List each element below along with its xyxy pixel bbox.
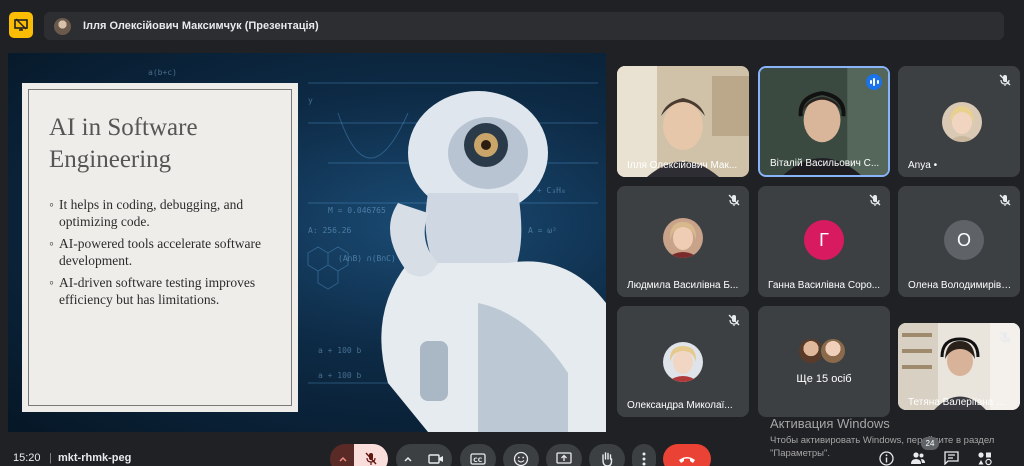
presenter-label: Ілля Олексійович Максимчук (Презентація) — [83, 20, 319, 32]
participant-name: Тетяна Валеріївна Шу... — [908, 397, 1014, 408]
participant-name: Ілля Олексійович Мак... — [627, 160, 738, 171]
mic-off-icon — [728, 194, 740, 206]
slide-card: AI in Software Engineering ◦ It helps in … — [22, 83, 298, 412]
activities-icon — [977, 451, 992, 465]
captions-icon: CC — [470, 453, 486, 465]
svg-text:M = 0.046765: M = 0.046765 — [328, 206, 386, 215]
svg-text:A = ω²: A = ω² — [528, 226, 557, 235]
participant-name: Людмила Василівна Б... — [627, 280, 739, 291]
camera-icon — [427, 454, 443, 464]
participant-tile[interactable]: О Олена Володимирівн... — [898, 186, 1020, 297]
mic-off-icon — [999, 331, 1011, 343]
slide-bullet: ◦ AI-powered tools accelerate software de… — [49, 236, 262, 268]
speaking-indicator-icon — [866, 74, 882, 90]
present-icon[interactable] — [9, 12, 33, 38]
participant-name: Віталій Васильович С... — [770, 158, 880, 169]
participant-name: Anya • — [908, 160, 938, 171]
mic-off-icon — [999, 194, 1011, 206]
svg-text:a + 100 b: a + 100 b — [318, 346, 362, 355]
activities-button[interactable] — [976, 450, 992, 466]
share-screen-button[interactable] — [546, 444, 582, 466]
slide-bullet: ◦ AI-driven software testing improves eff… — [49, 275, 256, 307]
participant-tile[interactable]: Віталій Васильович С... — [758, 66, 890, 177]
presenter-avatar — [54, 17, 71, 35]
participant-tile[interactable]: Людмила Василівна Б... — [617, 186, 749, 297]
hang-up-icon — [679, 457, 695, 463]
participant-name: Ганна Василівна Соро... — [768, 280, 881, 291]
people-icon — [911, 452, 925, 464]
participant-tile[interactable]: Олександра Миколаї... — [617, 306, 749, 417]
captions-button[interactable]: CC — [460, 444, 496, 466]
mic-off-icon — [869, 194, 881, 206]
audio-options-button[interactable] — [330, 444, 356, 466]
emoji-icon — [513, 451, 529, 466]
camera-toggle-button[interactable] — [419, 444, 452, 466]
slide-title: AI in Software Engineering — [49, 114, 198, 173]
emoji-reaction-button[interactable] — [503, 444, 539, 466]
chevron-up-icon — [339, 456, 347, 462]
participant-tile[interactable]: Ілля Олексійович Мак... — [617, 66, 749, 177]
meeting-details-button[interactable] — [878, 450, 894, 466]
participant-name: Олександра Миколаї... — [627, 400, 733, 411]
chat-button[interactable] — [943, 450, 959, 466]
more-options-icon — [642, 452, 646, 466]
share-screen-icon — [556, 452, 572, 464]
participant-tile[interactable]: Тетяна Валеріївна Шу... — [898, 323, 1020, 410]
mic-off-icon — [728, 314, 740, 326]
leave-call-button[interactable] — [663, 444, 711, 466]
clock-divider: | — [49, 452, 52, 464]
svg-text:A: 256.26: A: 256.26 — [308, 226, 352, 235]
svg-text:(A∩B) ∩(B∩C): (A∩B) ∩(B∩C) — [338, 254, 396, 263]
slide-bullet-list: ◦ It helps in coding, debugging, and opti… — [49, 196, 279, 308]
meeting-clock: 15:20 — [13, 452, 41, 464]
chat-icon — [943, 451, 959, 465]
participant-letter-avatar: О — [944, 220, 984, 260]
meeting-code: mkt-rhmk-peg — [58, 452, 132, 464]
raise-hand-icon — [602, 452, 613, 466]
video-options-button[interactable] — [396, 444, 420, 466]
participant-name: Олена Володимирівн... — [908, 280, 1014, 291]
mic-off-icon — [999, 74, 1011, 86]
participant-letter-avatar: Г — [804, 220, 844, 260]
participant-tile[interactable]: Anya • — [898, 66, 1020, 177]
chevron-up-icon — [404, 456, 412, 462]
svg-text:a + 100 b: a + 100 b — [318, 371, 362, 380]
raise-hand-button[interactable] — [589, 444, 625, 466]
windows-activation-title: Активация Windows — [770, 416, 890, 431]
participant-avatar — [663, 218, 703, 258]
shared-presentation[interactable]: a(b+c) y M = 0.046765 A: 256.26 (A∩B) ∩(… — [8, 53, 606, 432]
info-icon — [878, 450, 894, 466]
mic-off-icon — [365, 452, 377, 465]
svg-text:a(b+c): a(b+c) — [148, 68, 177, 77]
more-participants-avatars — [798, 338, 846, 364]
more-participants-tile[interactable]: Ще 15 осіб — [758, 306, 890, 417]
participant-avatar — [663, 342, 703, 382]
slide-bullet: ◦ It helps in coding, debugging, and opti… — [49, 197, 244, 229]
svg-text:CC: CC — [473, 457, 482, 464]
participant-tile[interactable]: Г Ганна Василівна Соро... — [758, 186, 890, 297]
participant-avatar — [942, 102, 982, 142]
more-participants-label: Ще 15 осіб — [796, 373, 852, 385]
more-options-button[interactable] — [632, 444, 656, 466]
robot-figure — [381, 91, 606, 432]
microphone-toggle-button[interactable] — [354, 444, 388, 466]
participant-count-badge: 24 — [921, 437, 939, 450]
people-button[interactable] — [910, 450, 926, 466]
presenter-bar[interactable]: Ілля Олексійович Максимчук (Презентація) — [44, 12, 1004, 40]
svg-text:y: y — [308, 96, 313, 105]
